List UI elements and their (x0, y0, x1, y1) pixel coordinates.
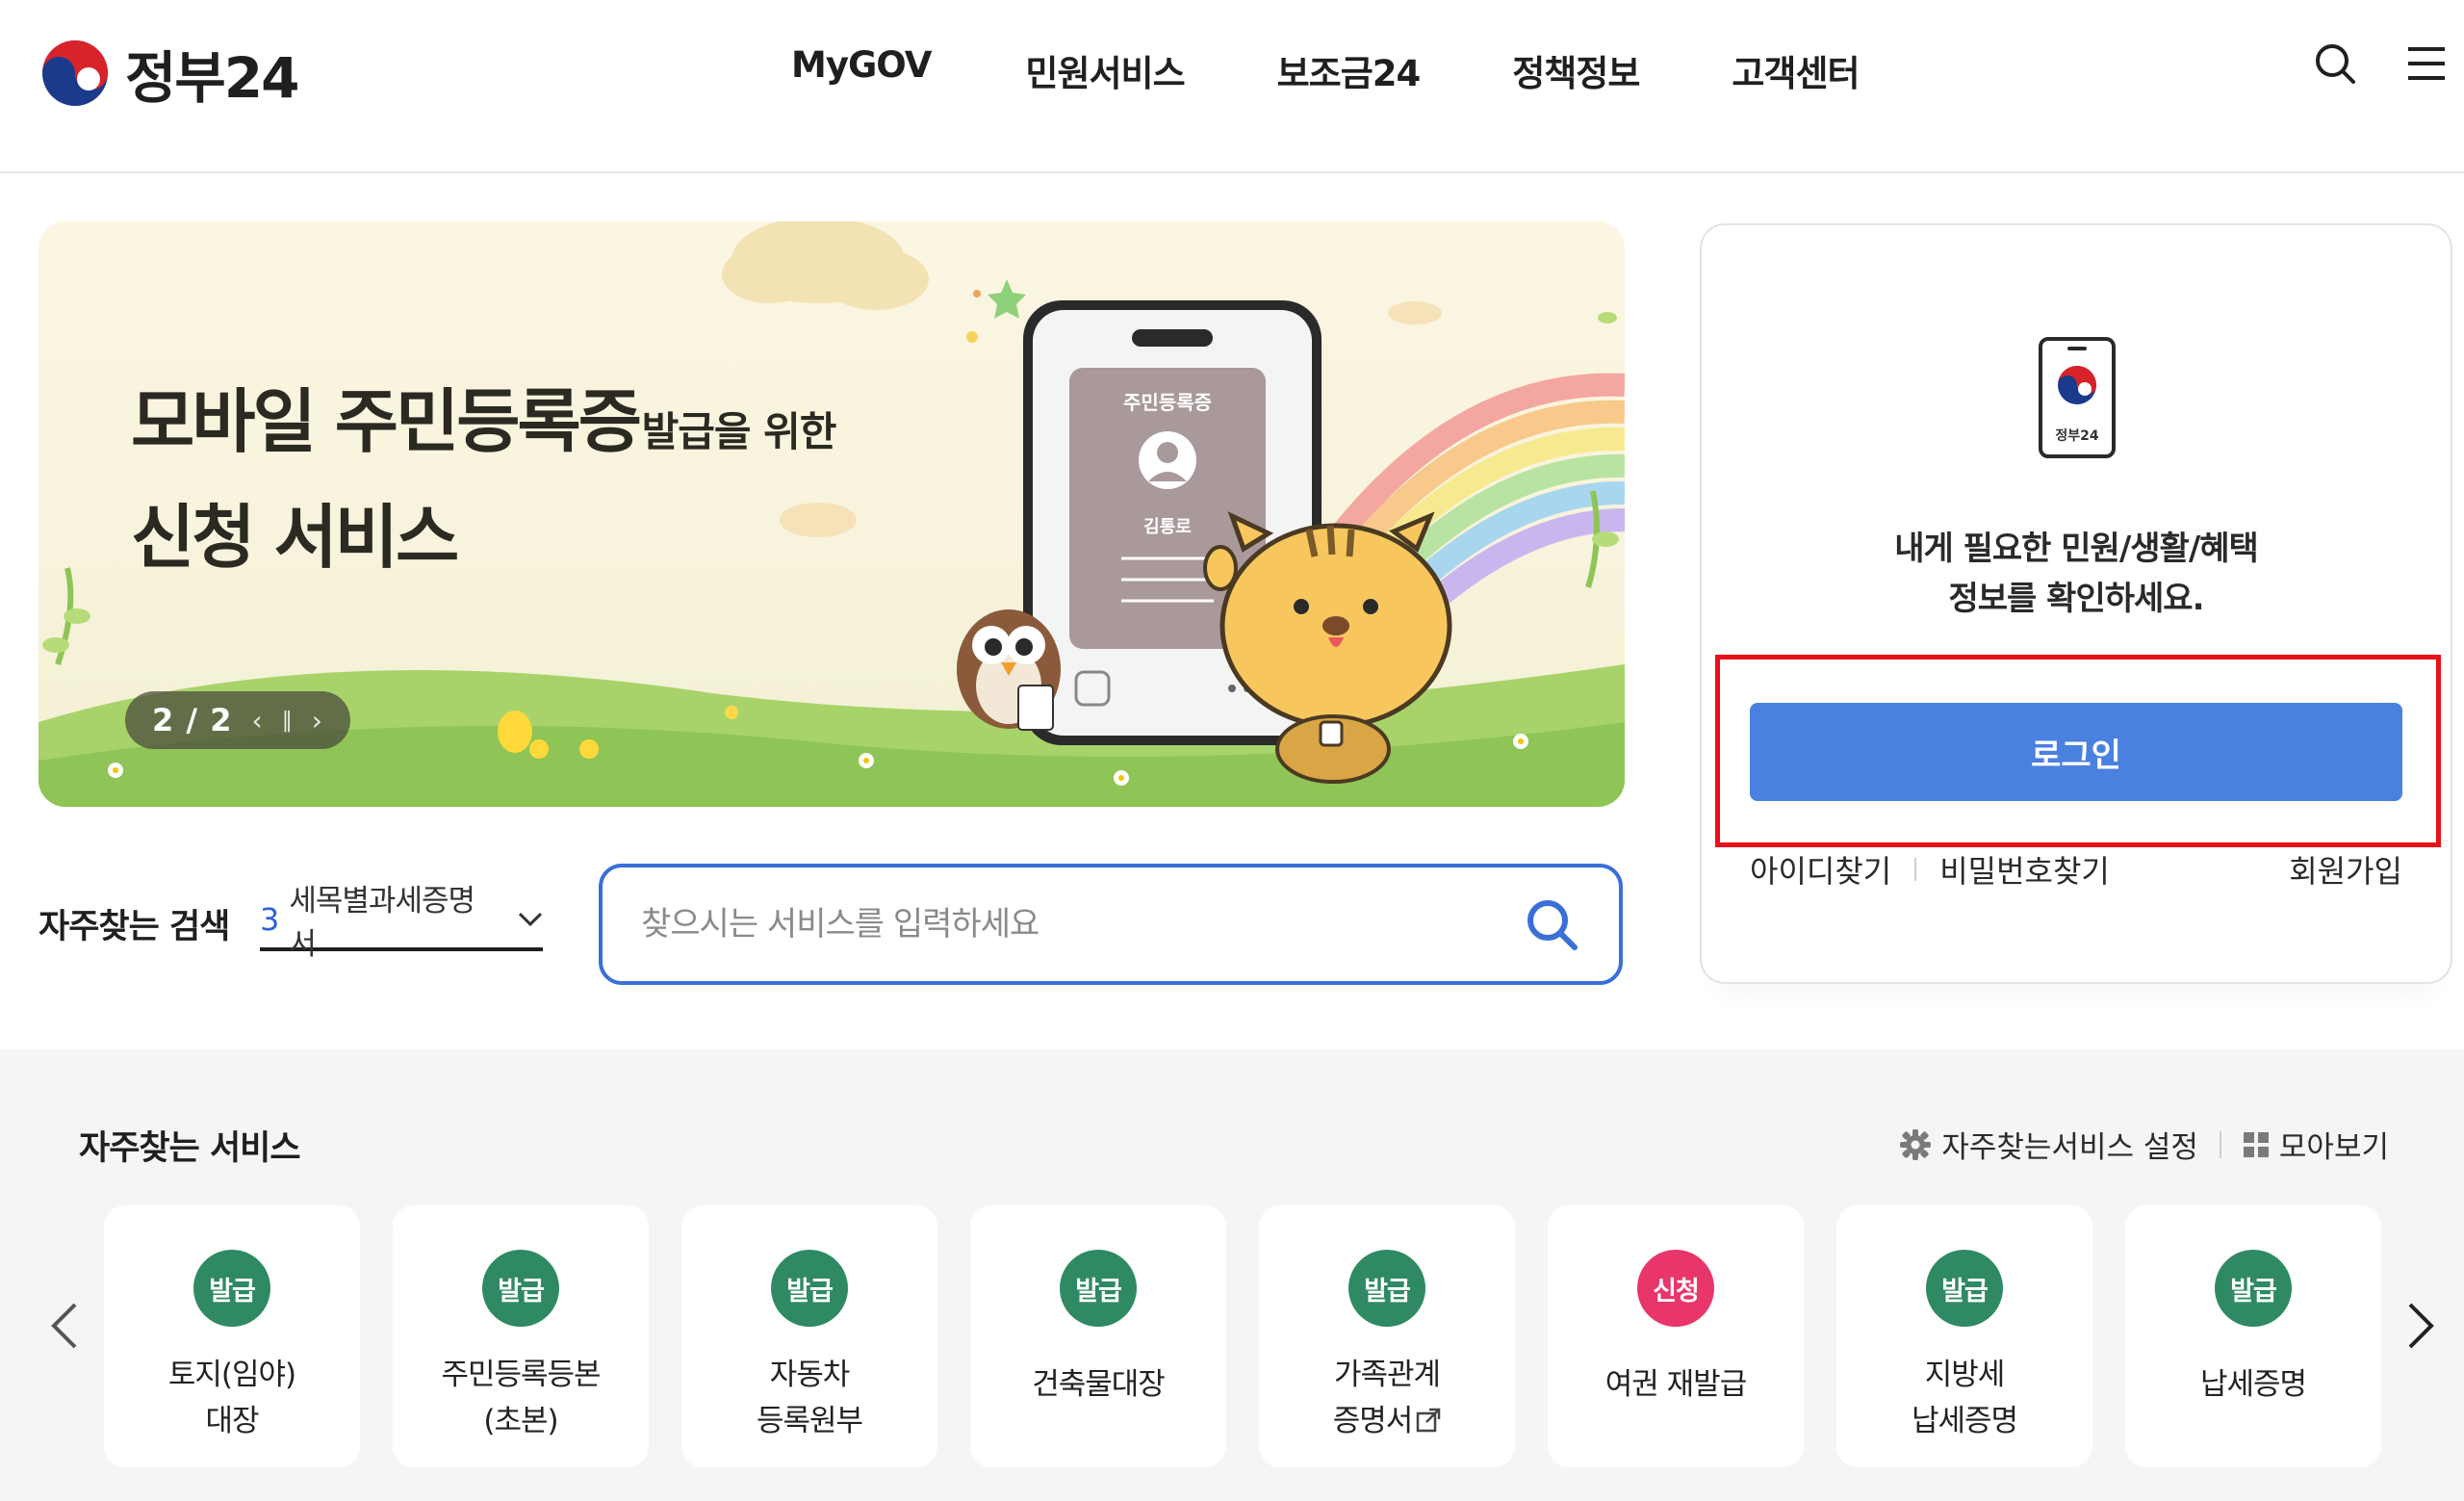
service-card-vehicle-register[interactable]: 발급 자동차 등록원부 (681, 1205, 937, 1467)
id-card-title-wrap: 주민등록증 김통로 (1069, 368, 1266, 538)
next-slide-icon[interactable]: › (312, 705, 322, 737)
frequent-search-term: 세목별과세증명서 (289, 884, 475, 962)
view-all-label: 모아보기 (2278, 1130, 2389, 1165)
nav-civil-service[interactable]: 민원서비스 (1025, 44, 1185, 96)
login-message: 내게 필요한 민원/생활/혜택 정보를 확인하세요. (1702, 524, 2451, 624)
nav-customer-center[interactable]: 고객센터 (1732, 44, 1860, 96)
chevron-left-icon[interactable] (50, 1302, 79, 1350)
service-card-local-tax-certificate[interactable]: 발급 지방세 납세증명 (1836, 1205, 2092, 1467)
service-card-passport-reissue[interactable]: 신청 여권 재발급 (1548, 1205, 1804, 1467)
banner-headline: 모바일 주민등록증 발급을 위한 신청 서비스 (131, 374, 837, 585)
service-card-label: 건축물대장 (1032, 1367, 1166, 1402)
services-tools: 자주찾는서비스 설정 모아보기 (1899, 1123, 2389, 1166)
id-card-title: 주민등록증 (1123, 391, 1212, 414)
service-search-input[interactable] (641, 905, 1523, 944)
service-card-label: 납세증명 (2199, 1367, 2307, 1402)
id-card-name: 김통로 (1143, 517, 1192, 537)
chevron-right-icon[interactable] (2406, 1302, 2435, 1350)
top-header: 정부24 MyGOV 민원서비스 보조금24 정책정보 고객센터 (0, 0, 2464, 173)
service-card-family-certificate[interactable]: 발급 가족관계 증명서 (1259, 1205, 1515, 1467)
frequent-search-label: 자주찾는 검색 (38, 908, 230, 946)
gov24-logo[interactable]: 정부24 (38, 33, 299, 114)
service-card-label: 여권 재발급 (1604, 1367, 1747, 1402)
service-cards: 발급 토지(임야) 대장 발급 주민등록등본 (초본) 발급 자동차 등록원부 … (104, 1205, 2381, 1467)
services-settings-label: 자주찾는서비스 설정 (1941, 1130, 2198, 1165)
tools-divider (2219, 1130, 2221, 1158)
service-card-label: 자동차 등록원부 (756, 1358, 863, 1438)
issue-badge: 발급 (1926, 1250, 2003, 1327)
prev-slide-icon[interactable]: ‹ (252, 705, 263, 737)
frequent-services-title: 자주찾는 서비스 (79, 1129, 301, 1168)
view-all-button[interactable]: 모아보기 (2243, 1123, 2389, 1166)
main-nav: MyGOV 민원서비스 보조금24 정책정보 고객센터 (791, 44, 1861, 96)
service-card-tax-certificate[interactable]: 발급 납세증명 (2125, 1205, 2381, 1467)
services-settings-button[interactable]: 자주찾는서비스 설정 (1899, 1123, 2198, 1166)
signup-link[interactable]: 회원가입 (2289, 847, 2402, 892)
login-panel: 정부24 내게 필요한 민원/생활/혜택 정보를 확인하세요. 로그인 아이디찾… (1700, 223, 2452, 984)
issue-badge: 발급 (193, 1250, 270, 1327)
issue-badge: 발급 (1060, 1250, 1137, 1327)
service-search-box (599, 864, 1623, 985)
apply-badge: 신청 (1637, 1250, 1714, 1327)
service-card-label: 지방세 납세증명 (1911, 1358, 2018, 1438)
chevron-down-icon (518, 912, 543, 927)
find-id-link[interactable]: 아이디찾기 (1750, 847, 1891, 892)
nav-policy-info[interactable]: 정책정보 (1512, 44, 1640, 96)
service-card-label: 토지(임야) 대장 (167, 1358, 296, 1438)
frequent-search-rank: 3 (260, 901, 280, 938)
service-card-land-register[interactable]: 발급 토지(임야) 대장 (104, 1205, 360, 1467)
service-card-label: 주민등록등본 (초본) (441, 1358, 601, 1438)
slide-counter: 2 / 2 (152, 702, 233, 738)
taegeuk-icon (42, 40, 108, 106)
issue-badge: 발급 (771, 1250, 848, 1327)
nav-mygov[interactable]: MyGOV (791, 44, 932, 96)
find-password-link[interactable]: 비밀번호찾기 (1939, 847, 2110, 892)
link-divider (1914, 858, 1917, 881)
banner-title-line2: 신청 서비스 (131, 497, 459, 578)
issue-badge: 발급 (482, 1250, 559, 1327)
pause-icon[interactable]: ‖ (282, 709, 293, 733)
issue-badge: 발급 (1348, 1250, 1425, 1327)
login-message-line1: 내게 필요한 민원/생활/혜택 (1894, 530, 2259, 568)
frequent-search-dropdown[interactable]: 3 세목별과세증명서 (260, 884, 543, 962)
phone-logo-text: 정부24 (2055, 428, 2099, 444)
frequent-services-section: 자주찾는 서비스 자주찾는서비스 설정 모아보기 발급 토지(임야) 대장 발급… (0, 1049, 2464, 1501)
search-icon[interactable] (2314, 42, 2356, 85)
service-card-label: 가족관계 증명서 (1332, 1358, 1441, 1438)
logo-text: 정부24 (125, 45, 299, 111)
login-button[interactable]: 로그인 (1750, 703, 2402, 801)
external-link-icon (1417, 1408, 1441, 1433)
issue-badge: 발급 (2215, 1250, 2292, 1327)
header-icons (2314, 42, 2447, 85)
banner-slide-controls: 2 / 2 ‹ ‖ › (125, 691, 350, 749)
nav-subsidy24[interactable]: 보조금24 (1277, 44, 1422, 96)
login-message-line2: 정보를 확인하세요. (1948, 580, 2205, 618)
service-card-resident-register[interactable]: 발급 주민등록등본 (초본) (393, 1205, 649, 1467)
search-submit-icon[interactable] (1523, 895, 1580, 953)
promo-banner[interactable]: 모바일 주민등록증 발급을 위한 신청 서비스 주민등록증 김통로 2 / 2 … (38, 221, 1625, 807)
account-links: 아이디찾기 비밀번호찾기 회원가입 (1750, 847, 2402, 892)
menu-icon[interactable] (2406, 44, 2447, 83)
banner-title-small: 발급을 위한 (641, 408, 837, 455)
service-card-building-register[interactable]: 발급 건축물대장 (970, 1205, 1226, 1467)
gear-icon (1900, 1128, 1932, 1160)
grid-icon (2243, 1131, 2269, 1157)
banner-title-line1: 모바일 주민등록증 (131, 381, 642, 462)
